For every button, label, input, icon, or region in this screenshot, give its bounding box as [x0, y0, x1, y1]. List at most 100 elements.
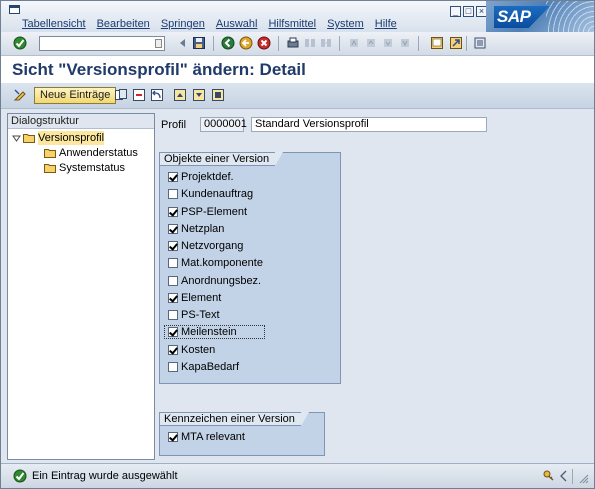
checkbox-box[interactable] [168, 327, 178, 337]
sap-brand-area: SAP [486, 1, 594, 32]
resize-grip-icon[interactable] [577, 472, 589, 484]
open-folder-icon [23, 134, 35, 143]
checkbox-kapabedarf[interactable]: KapaBedarf [168, 360, 239, 374]
print-icon[interactable] [286, 36, 300, 50]
checkbox-ps-text[interactable]: PS-Text [168, 308, 220, 322]
menu-hilfsmittel[interactable]: Hilfsmittel [268, 18, 316, 30]
command-history-icon[interactable] [155, 39, 162, 48]
system-menu-icon[interactable] [9, 5, 20, 14]
tree-node-anwenderstatus[interactable]: Anwenderstatus [44, 146, 138, 160]
tree-node-systemstatus[interactable]: Systemstatus [44, 161, 125, 175]
status-bar: Ein Eintrag wurde ausgewählt [1, 463, 594, 488]
checkbox-box[interactable] [168, 362, 178, 372]
profil-name-field[interactable]: Standard Versionsprofil [251, 117, 487, 132]
checkbox-label: Mat.komponente [181, 257, 263, 269]
checkbox-label: Netzplan [181, 223, 225, 235]
status-message: Ein Eintrag wurde ausgewählt [32, 470, 178, 482]
checkbox-box[interactable] [168, 241, 178, 251]
checkbox-box[interactable] [168, 224, 178, 234]
cancel-icon[interactable] [257, 36, 271, 50]
objects-group-title: Objekte einer Version [159, 152, 284, 166]
minimize-button[interactable]: _ [450, 6, 461, 17]
new-entries-button[interactable]: Neue Einträge [34, 87, 117, 104]
toolbar-separator [213, 36, 214, 51]
checkbox-projektdef[interactable]: Projektdef. [168, 170, 234, 184]
checkbox-element[interactable]: Element [168, 291, 221, 305]
shortcut-icon[interactable] [449, 36, 463, 50]
checkbox-label: Kosten [181, 344, 216, 356]
previous-page-icon [367, 39, 375, 47]
application-toolbar: Neue Einträge [1, 83, 594, 109]
previous-entry-icon[interactable] [173, 88, 187, 102]
select-block-icon[interactable] [211, 88, 225, 102]
checkbox-mat-komponente[interactable]: Mat.komponente [168, 256, 263, 270]
checkbox-box[interactable] [168, 432, 178, 442]
last-page-icon [401, 39, 409, 47]
next-entry-icon[interactable] [192, 88, 206, 102]
checkbox-box[interactable] [168, 345, 178, 355]
checkbox-netzvorgang[interactable]: Netzvorgang [168, 239, 243, 253]
profil-code-field: 0000001 [200, 117, 247, 132]
menu-hilfe[interactable]: Hilfe [375, 18, 397, 30]
menu-bearbeiten[interactable]: Bearbeiten [97, 18, 150, 30]
folder-icon [44, 164, 56, 173]
checkbox-box[interactable] [168, 258, 178, 268]
new-session-icon[interactable] [430, 36, 444, 50]
checkbox-box[interactable] [168, 189, 178, 199]
back-icon[interactable] [221, 36, 235, 50]
checkbox-label: Meilenstein [181, 326, 237, 338]
save-icon[interactable] [192, 36, 206, 50]
checkbox-label: Projektdef. [181, 171, 234, 183]
dialog-structure-panel: Dialogstruktur Versionsprofil Anwenderst… [7, 113, 155, 460]
sap-logo: SAP [494, 6, 550, 28]
checkbox-kosten[interactable]: Kosten [168, 343, 215, 357]
exit-icon[interactable] [239, 36, 253, 50]
checkbox-kundenauftrag[interactable]: Kundenauftrag [168, 187, 253, 201]
copy-as-icon[interactable] [114, 88, 128, 102]
checkbox-psp-element[interactable]: PSP-Element [168, 205, 247, 219]
find-icon [305, 39, 315, 47]
checkbox-box[interactable] [168, 310, 178, 320]
dialog-structure-header: Dialogstruktur [8, 114, 154, 129]
checkbox-box[interactable] [168, 207, 178, 217]
objects-of-version-group: Objekte einer Version Projektdef. Kunden… [159, 152, 341, 384]
toolbar-separator [466, 36, 467, 51]
checkbox-box[interactable] [168, 276, 178, 286]
delete-icon[interactable] [132, 88, 146, 102]
checkbox-label: Netzvorgang [181, 240, 244, 252]
title-bar: Sicht "Versionsprofil" ändern: Detail [1, 56, 594, 83]
expanded-triangle-icon[interactable] [12, 134, 21, 143]
menu-auswahl[interactable]: Auswahl [216, 18, 258, 30]
brand-decoration [546, 1, 594, 32]
menu-tabellensicht[interactable]: Tabellensicht [22, 18, 86, 30]
tree-label-anwenderstatus[interactable]: Anwenderstatus [59, 146, 138, 160]
first-page-icon [350, 39, 358, 47]
tree-label-versionsprofil[interactable]: Versionsprofil [38, 131, 105, 145]
menu: Tabellensicht Bearbeiten Springen Auswah… [22, 18, 408, 30]
checkbox-box[interactable] [168, 172, 178, 182]
menu-springen[interactable]: Springen [161, 18, 205, 30]
sap-window: Tabellensicht Bearbeiten Springen Auswah… [0, 0, 595, 489]
command-field[interactable] [39, 36, 165, 51]
menu-bar: Tabellensicht Bearbeiten Springen Auswah… [1, 1, 594, 32]
back-arrow-small-icon[interactable] [176, 36, 190, 50]
tree-label-systemstatus[interactable]: Systemstatus [59, 161, 125, 175]
status-expand-icon[interactable] [557, 469, 571, 483]
display-change-icon[interactable] [13, 88, 27, 102]
version-flags-group: Kennzeichen einer Version MTA relevant [159, 412, 325, 456]
layout-menu-icon[interactable] [473, 36, 487, 50]
checkbox-box[interactable] [168, 293, 178, 303]
enter-icon[interactable] [13, 36, 27, 50]
checkbox-mta-relevant[interactable]: MTA relevant [168, 430, 245, 444]
menu-system[interactable]: System [327, 18, 364, 30]
undo-change-icon[interactable] [150, 88, 164, 102]
checkbox-label: KapaBedarf [181, 361, 240, 373]
checkbox-netzplan[interactable]: Netzplan [168, 222, 224, 236]
checkbox-anordnungsbez[interactable]: Anordnungsbez. [168, 274, 261, 288]
tree-node-versionsprofil[interactable]: Versionsprofil [12, 131, 105, 145]
status-separator [572, 469, 573, 484]
maximize-button[interactable]: □ [463, 6, 474, 17]
checkbox-meilenstein[interactable]: Meilenstein [164, 325, 265, 339]
key-icon[interactable] [542, 469, 556, 483]
toolbar-separator [339, 36, 340, 51]
